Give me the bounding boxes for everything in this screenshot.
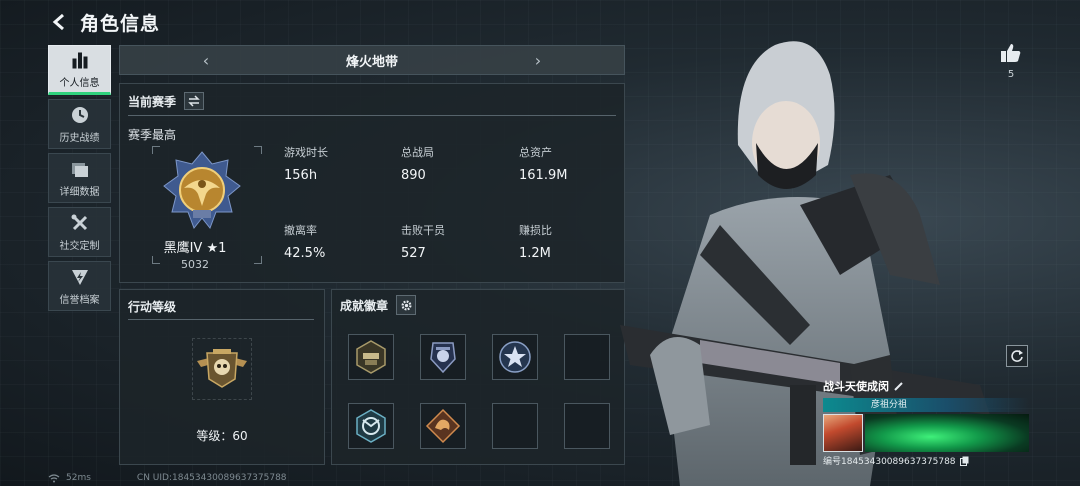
map-next-button[interactable]: ›	[528, 51, 548, 70]
stat-profit-loss-ratio: 赚损比 1.2M	[519, 222, 552, 261]
stat-total-matches: 总战局 890	[401, 144, 434, 183]
copy-icon[interactable]	[959, 456, 969, 466]
arrows-globe-badge-icon	[356, 409, 386, 443]
like-count: 5	[1007, 69, 1015, 80]
stat-value: 890	[401, 168, 426, 183]
bar-chart-icon	[70, 50, 90, 70]
like-button[interactable]: 5	[996, 43, 1026, 80]
footer-uid: CN UID:18453430089637375788	[136, 473, 287, 483]
stat-value: 1.2M	[519, 246, 551, 261]
stat-label: 撤离率	[284, 224, 317, 237]
stat-value: 156h	[284, 168, 318, 183]
sidebar-item-label: 信誉档案	[59, 294, 100, 306]
level-divider	[128, 319, 314, 320]
black-hawk-rank-icon	[163, 151, 241, 229]
page-title: 角色信息	[80, 12, 161, 35]
banner-artwork	[865, 414, 1029, 452]
shield-bolt-icon	[70, 267, 90, 287]
badge-slot[interactable]	[420, 334, 466, 380]
frame-corner	[152, 146, 160, 154]
season-divider	[128, 115, 616, 116]
police-badge-icon	[430, 342, 456, 374]
badges-header: 成就徽章	[340, 295, 417, 315]
badge-settings-button[interactable]	[396, 295, 417, 315]
season-header: 当前赛季	[128, 92, 205, 110]
back-arrow-icon	[52, 13, 64, 31]
player-card[interactable]: 战斗天使成闵 彦祖分祖 编号18453430089637375788	[823, 378, 1029, 470]
action-level-title: 行动等级	[128, 300, 177, 314]
edit-pencil-icon[interactable]	[894, 381, 904, 391]
stat-operators-defeated: 击败干员 527	[401, 222, 445, 261]
sidebar: 个人信息 历史战绩 详细数据 社交定制 信誉档案	[48, 45, 111, 311]
rank-score: 5032	[181, 258, 209, 271]
sidebar-item-label: 个人信息	[59, 77, 100, 89]
badge-slot[interactable]	[492, 334, 538, 380]
status-footer: 52ms CN UID:18453430089637375788	[48, 473, 287, 483]
back-button[interactable]	[48, 11, 70, 33]
stat-value: 42.5%	[284, 246, 326, 261]
guild-name: 彦祖分祖	[823, 398, 1029, 412]
swap-icon	[188, 95, 200, 107]
dragon-badge-icon	[425, 408, 461, 444]
frame-corner	[254, 146, 262, 154]
badge-slot-empty[interactable]	[492, 403, 538, 449]
season-title: 当前赛季	[128, 94, 177, 109]
sidebar-item-history[interactable]: 历史战绩	[48, 99, 111, 149]
season-subtitle: 赛季最高	[128, 128, 177, 142]
player-id-row: 编号18453430089637375788	[823, 454, 1029, 467]
stat-value: 527	[401, 246, 426, 261]
stat-label: 赚损比	[519, 224, 552, 237]
season-panel: 当前赛季 赛季最高 黑鹰IV ★1 5032 游戏时长 156h 总战局 890	[119, 83, 625, 283]
rank-name: 黑鹰IV ★1	[163, 241, 227, 256]
map-name: 烽火地带	[345, 54, 398, 70]
stat-label: 总战局	[401, 146, 434, 159]
sidebar-item-label: 社交定制	[59, 240, 100, 252]
action-level-panel: 行动等级 等级：60	[119, 289, 325, 465]
map-prev-button[interactable]: ‹	[196, 51, 216, 70]
folder-icon	[70, 159, 90, 179]
sidebar-item-label: 历史战绩	[59, 132, 100, 144]
badge-slot[interactable]	[348, 403, 394, 449]
badges-title: 成就徽章	[340, 298, 389, 313]
ping-value: 52ms	[66, 473, 91, 483]
switch-season-button[interactable]	[184, 92, 205, 110]
sidebar-item-reputation[interactable]: 信誉档案	[48, 261, 111, 311]
refresh-button[interactable]	[1006, 345, 1028, 367]
action-level-emblem-frame	[192, 338, 252, 400]
refresh-icon	[1011, 350, 1023, 362]
thumbs-up-icon	[1001, 44, 1021, 62]
clock-icon	[70, 105, 90, 125]
player-id: 编号18453430089637375788	[823, 457, 956, 467]
wifi-icon	[48, 473, 60, 482]
page-header: 角色信息	[48, 8, 160, 36]
sidebar-item-social[interactable]: 社交定制	[48, 207, 111, 257]
player-card-header: 战斗天使成闵	[823, 378, 1029, 394]
stat-label: 击败干员	[401, 224, 445, 237]
sidebar-item-details[interactable]: 详细数据	[48, 153, 111, 203]
player-banner	[823, 414, 1029, 452]
map-selector: ‹ 烽火地带 ›	[119, 45, 625, 75]
fire-department-badge-icon	[356, 340, 386, 374]
star-shield-badge-icon	[499, 341, 531, 373]
sidebar-item-personal-info[interactable]: 个人信息	[48, 45, 111, 95]
gear-icon	[401, 299, 412, 311]
badge-slot[interactable]	[420, 403, 466, 449]
stat-label: 游戏时长	[284, 146, 328, 159]
stat-play-time: 游戏时长 156h	[284, 144, 328, 183]
action-level-value: 等级：60	[196, 429, 248, 443]
avatar	[823, 414, 863, 452]
tools-icon	[70, 213, 90, 233]
badge-slot[interactable]	[348, 334, 394, 380]
stat-extraction-rate: 撤离率 42.5%	[284, 222, 325, 261]
skull-wings-level-icon	[197, 349, 247, 388]
player-name: 战斗天使成闵	[823, 380, 889, 393]
sidebar-item-label: 详细数据	[59, 186, 100, 198]
